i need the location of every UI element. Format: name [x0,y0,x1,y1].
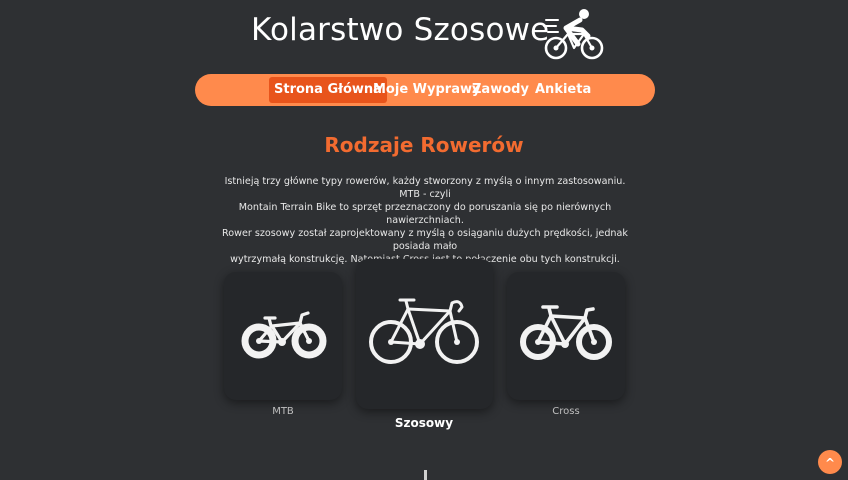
intro-line: Montain Terrain Bike to sprzęt przeznacz… [238,202,612,226]
bike-card-mtb[interactable] [224,272,342,400]
bike-label-road: Szosowy [394,416,454,430]
cross-bike-icon [520,305,612,360]
back-to-top-button[interactable]: ^ [818,450,842,474]
cyclist-icon [542,6,606,64]
site-title: Kolarstwo Szosowe [251,12,550,48]
nav-item-survey[interactable]: Ankieta [530,77,596,103]
scroll-indicator [424,470,427,480]
bike-label-mtb: MTB [272,406,294,417]
mtb-bike-icon [241,311,327,359]
bike-label-cross: Cross [552,406,580,417]
intro-line: Istnieją trzy główne typy rowerów, każdy… [224,176,626,200]
road-bike-icon [369,298,479,364]
arrow-up-icon: ^ [824,456,836,470]
site-header: Kolarstwo Szosowe [0,0,848,70]
section-title: Rodzaje Rowerów [324,133,524,157]
intro-text: Istnieją trzy główne typy rowerów, każdy… [222,175,628,266]
bike-card-road[interactable] [356,259,493,409]
bike-card-cross[interactable] [507,272,625,400]
nav-item-races[interactable]: Zawody [467,77,534,103]
intro-line: Rower szosowy został zaprojektowany z my… [222,228,628,252]
main-navbar: Strona Główna Moje Wyprawy Zawody Ankiet… [195,74,655,106]
